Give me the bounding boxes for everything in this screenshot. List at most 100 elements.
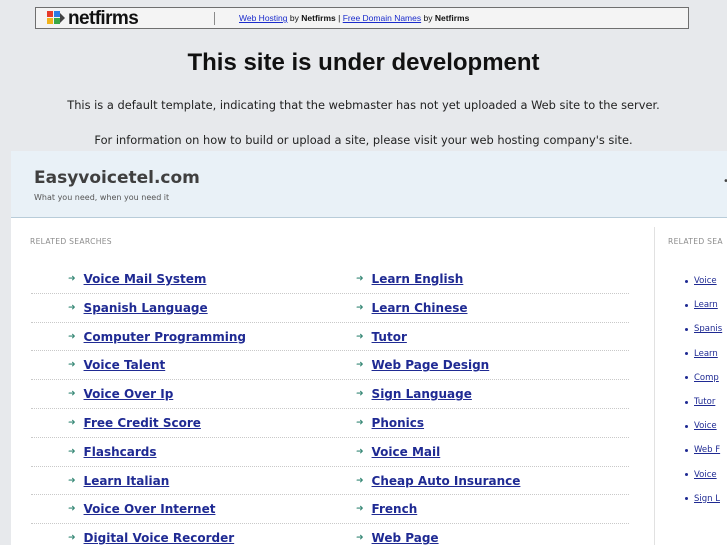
site-header: Easyvoicetel.com What you need, when you…: [11, 151, 727, 218]
search-row: ➜ Voice Over Internet ➜ French: [31, 495, 629, 525]
side-search-link[interactable]: Voice: [694, 276, 717, 286]
bullet-icon: [685, 448, 688, 452]
side-search-link[interactable]: Spanis: [694, 324, 722, 334]
arrow-right-icon: ➜: [356, 274, 364, 284]
netfirms-logo-icon: [47, 11, 65, 24]
search-row: ➜ Spanish Language ➜ Learn Chinese: [31, 294, 629, 323]
search-link[interactable]: Voice Mail System: [84, 272, 207, 286]
side-search-item: Voice: [671, 414, 727, 438]
search-link[interactable]: Voice Over Ip: [84, 387, 174, 401]
search-item: ➜ Voice Mail: [356, 438, 440, 466]
search-item: ➜ Free Credit Score: [68, 409, 201, 437]
search-link[interactable]: Computer Programming: [84, 330, 246, 344]
search-link[interactable]: Learn Chinese: [372, 301, 468, 315]
arrow-right-icon: ➜: [356, 331, 364, 342]
by-text-1: by: [289, 13, 299, 23]
search-link[interactable]: Learn English: [372, 272, 464, 286]
site-title[interactable]: Easyvoicetel.com: [34, 167, 200, 189]
search-link[interactable]: Learn Italian: [84, 474, 170, 488]
bullet-icon: [685, 400, 688, 404]
arrow-right-icon: ➜: [356, 533, 364, 544]
bullet-icon: [685, 327, 688, 331]
arrow-right-icon: ➜: [356, 504, 364, 515]
search-item: ➜ Sign Language: [356, 380, 472, 408]
side-search-link[interactable]: Learn: [694, 349, 718, 359]
page-headline: This site is under development: [187, 49, 540, 76]
search-link[interactable]: Cheap Auto Insurance: [372, 474, 521, 488]
search-row: ➜ Computer Programming ➜ Tutor: [31, 323, 629, 352]
search-link[interactable]: Flashcards: [84, 445, 157, 459]
side-search-item: Learn: [671, 342, 727, 366]
bullet-icon: [685, 473, 688, 477]
arrow-right-icon: ➜: [68, 504, 76, 515]
arrow-right-icon: ➜: [356, 302, 364, 313]
side-search-item: Sign L: [671, 487, 727, 511]
search-item: ➜ Spanish Language: [68, 294, 208, 322]
side-search-link[interactable]: Voice: [694, 421, 717, 431]
free-domain-names-link[interactable]: Free Domain Names: [343, 13, 421, 23]
side-search-item: Voice: [671, 269, 727, 293]
search-item: ➜ Web Page: [356, 524, 439, 545]
search-item: ➜ Voice Over Internet: [68, 495, 215, 523]
search-link[interactable]: Free Credit Score: [84, 416, 201, 430]
page: netfirms Web Hosting by Netfirms | Free …: [0, 0, 727, 545]
search-link[interactable]: Spanish Language: [84, 301, 208, 315]
search-link[interactable]: French: [372, 502, 418, 516]
search-item: ➜ Learn English: [356, 265, 463, 293]
bullet-icon: [685, 352, 688, 356]
arrow-right-icon: ➜: [68, 274, 76, 284]
bullet-icon: [685, 279, 688, 283]
netfirms-brand-2: Netfirms: [434, 13, 470, 23]
search-link[interactable]: Sign Language: [372, 387, 472, 401]
arrow-right-icon: ➜: [356, 389, 364, 400]
side-search-link[interactable]: Sign L: [694, 494, 720, 504]
search-item: ➜ Voice Mail System: [68, 265, 206, 293]
search-item: ➜ Voice Talent: [68, 351, 165, 379]
search-row: ➜ Learn Italian ➜ Cheap Auto Insurance: [31, 467, 629, 496]
side-search-link[interactable]: Comp: [694, 373, 719, 383]
search-item: ➜ Flashcards: [68, 438, 157, 466]
arrow-right-icon: ➜: [68, 360, 76, 371]
banner-divider: [214, 12, 215, 25]
side-search-item: Learn: [671, 293, 727, 317]
bullet-icon: [685, 424, 688, 428]
search-item: ➜ Web Page Design: [356, 351, 489, 379]
arrow-right-icon: ➜: [68, 389, 76, 400]
related-searches-label: RELATED SEARCHES: [30, 237, 112, 246]
search-row: ➜ Free Credit Score ➜ Phonics: [31, 409, 629, 438]
column-divider: [654, 227, 655, 545]
side-search-link[interactable]: Web F: [694, 445, 720, 455]
search-link[interactable]: Tutor: [372, 330, 407, 344]
arrow-right-icon: ➜: [356, 475, 364, 486]
arrow-right-icon: ➜: [356, 446, 364, 457]
side-search-list: Voice Learn Spanis Learn Comp Tutor Voice Web F…: [671, 269, 727, 511]
search-link[interactable]: Web Page Design: [372, 358, 490, 372]
side-search-item: Voice: [671, 463, 727, 487]
search-link[interactable]: Voice Mail: [372, 445, 441, 459]
search-row: ➜ Voice Talent ➜ Web Page Design: [31, 351, 629, 381]
side-search-link[interactable]: Tutor: [694, 397, 715, 407]
search-item: ➜ Voice Over Ip: [68, 380, 173, 408]
search-link[interactable]: Voice Over Internet: [84, 502, 216, 516]
bullet-icon: [685, 497, 688, 501]
netfirms-brand-1: Netfirms: [301, 13, 336, 23]
parked-domain-frame: Easyvoicetel.com What you need, when you…: [11, 151, 727, 545]
side-search-link[interactable]: Learn: [694, 300, 718, 310]
search-link[interactable]: Phonics: [372, 416, 425, 430]
related-searches-label-right: RELATED SEA: [668, 237, 723, 246]
side-search-item: Comp: [671, 366, 727, 390]
bullet-icon: [685, 303, 688, 307]
side-search-link[interactable]: Voice: [694, 470, 717, 480]
search-item: ➜ Computer Programming: [68, 323, 246, 351]
web-hosting-link[interactable]: Web Hosting: [239, 13, 288, 23]
search-link[interactable]: Voice Talent: [84, 358, 166, 372]
arrow-right-icon: ➜: [68, 533, 76, 544]
search-link[interactable]: Web Page: [372, 531, 439, 545]
search-link[interactable]: Digital Voice Recorder: [84, 531, 235, 545]
side-search-item: Spanis: [671, 317, 727, 341]
by-text-2: by: [423, 13, 433, 23]
netfirms-logo[interactable]: netfirms: [47, 9, 139, 28]
search-row: ➜ Digital Voice Recorder ➜ Web Page: [31, 524, 629, 545]
arrow-right-icon: ➜: [68, 446, 76, 457]
side-search-item: Tutor: [671, 390, 727, 414]
